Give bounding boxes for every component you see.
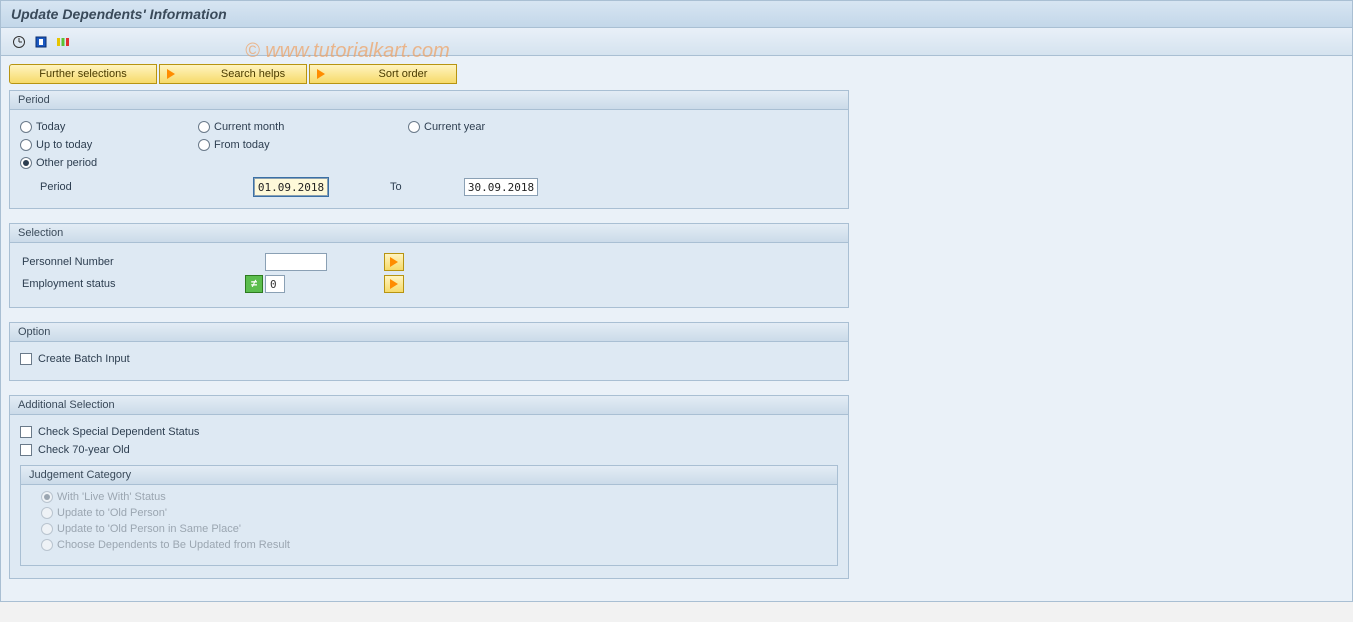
radio-icon xyxy=(41,491,53,503)
option-group: Option Create Batch Input xyxy=(9,322,849,381)
radio-current-year[interactable]: Current year xyxy=(408,121,558,133)
main-area: Further selections Search helps Sort ord… xyxy=(0,56,1353,602)
check-special-dependent-checkbox[interactable]: Check Special Dependent Status xyxy=(20,423,838,441)
checkbox-icon xyxy=(20,426,32,438)
sort-order-label: Sort order xyxy=(358,68,448,80)
period-to-input[interactable]: 30.09.2018 xyxy=(464,178,538,196)
period-to-label: To xyxy=(390,181,450,193)
arrow-right-icon xyxy=(390,279,398,289)
radio-today-label: Today xyxy=(36,121,65,133)
sort-order-button[interactable]: Sort order xyxy=(309,64,457,84)
personnel-number-input[interactable] xyxy=(265,253,327,271)
search-helps-label: Search helps xyxy=(208,68,298,80)
period-from-input[interactable]: 01.09.2018 xyxy=(254,178,328,196)
selection-header: Selection xyxy=(10,224,848,243)
radio-icon xyxy=(198,121,210,133)
radio-other-period-label: Other period xyxy=(36,157,97,169)
employment-status-label: Employment status xyxy=(20,278,245,290)
create-batch-input-label: Create Batch Input xyxy=(38,353,130,365)
radio-old-person: Update to 'Old Person' xyxy=(41,507,827,519)
variant-icon[interactable] xyxy=(33,34,49,50)
radio-up-to-today[interactable]: Up to today xyxy=(20,139,170,151)
radio-from-today-label: From today xyxy=(214,139,270,151)
radio-current-year-label: Current year xyxy=(424,121,485,133)
radio-icon xyxy=(20,157,32,169)
radio-choose-dependents: Choose Dependents to Be Updated from Res… xyxy=(41,539,827,551)
radio-up-to-today-label: Up to today xyxy=(36,139,92,151)
radio-other-period[interactable]: Other period xyxy=(20,157,170,169)
period-group: Period Today Current month Current year xyxy=(9,90,849,209)
judgement-category-group: Judgement Category With 'Live With' Stat… xyxy=(20,465,838,566)
selection-options-icon[interactable] xyxy=(55,34,71,50)
arrow-right-icon xyxy=(164,67,178,81)
arrow-right-icon xyxy=(314,67,328,81)
checkbox-icon xyxy=(20,353,32,365)
further-selections-button[interactable]: Further selections xyxy=(9,64,157,84)
period-header: Period xyxy=(10,91,848,110)
personnel-number-label: Personnel Number xyxy=(20,256,245,268)
radio-icon xyxy=(408,121,420,133)
period-label: Period xyxy=(40,181,240,193)
toolbar xyxy=(0,28,1353,56)
radio-old-person-same-place: Update to 'Old Person in Same Place' xyxy=(41,523,827,535)
employment-multiple-selection-button[interactable] xyxy=(384,275,404,293)
execute-icon[interactable] xyxy=(11,34,27,50)
top-button-row: Further selections Search helps Sort ord… xyxy=(9,64,1344,84)
radio-with-live-with: With 'Live With' Status xyxy=(41,491,827,503)
radio-current-month[interactable]: Current month xyxy=(198,121,348,133)
personnel-multiple-selection-button[interactable] xyxy=(384,253,404,271)
option-header: Option xyxy=(10,323,848,342)
radio-choose-dependents-label: Choose Dependents to Be Updated from Res… xyxy=(57,539,290,551)
create-batch-input-checkbox[interactable]: Create Batch Input xyxy=(20,350,838,368)
further-selections-label: Further selections xyxy=(39,68,126,80)
arrow-right-icon xyxy=(390,257,398,267)
radio-icon xyxy=(20,121,32,133)
additional-header: Additional Selection xyxy=(10,396,848,415)
radio-current-month-label: Current month xyxy=(214,121,284,133)
judgement-header: Judgement Category xyxy=(21,466,837,485)
search-helps-button[interactable]: Search helps xyxy=(159,64,307,84)
title-bar: Update Dependents' Information xyxy=(0,0,1353,28)
page-title: Update Dependents' Information xyxy=(11,6,227,22)
radio-icon xyxy=(20,139,32,151)
not-equal-icon[interactable]: ≠ xyxy=(245,275,263,293)
radio-icon xyxy=(41,507,53,519)
check-special-dependent-label: Check Special Dependent Status xyxy=(38,426,199,438)
additional-selection-group: Additional Selection Check Special Depen… xyxy=(9,395,849,579)
checkbox-icon xyxy=(20,444,32,456)
radio-old-person-same-place-label: Update to 'Old Person in Same Place' xyxy=(57,523,241,535)
radio-with-live-with-label: With 'Live With' Status xyxy=(57,491,166,503)
selection-group: Selection Personnel Number Employment st… xyxy=(9,223,849,308)
radio-from-today[interactable]: From today xyxy=(198,139,348,151)
employment-status-input[interactable]: 0 xyxy=(265,275,285,293)
check-70-year-old-label: Check 70-year Old xyxy=(38,444,130,456)
radio-today[interactable]: Today xyxy=(20,121,170,133)
radio-icon xyxy=(41,539,53,551)
radio-icon xyxy=(198,139,210,151)
check-70-year-old-checkbox[interactable]: Check 70-year Old xyxy=(20,441,838,459)
radio-icon xyxy=(41,523,53,535)
radio-old-person-label: Update to 'Old Person' xyxy=(57,507,167,519)
